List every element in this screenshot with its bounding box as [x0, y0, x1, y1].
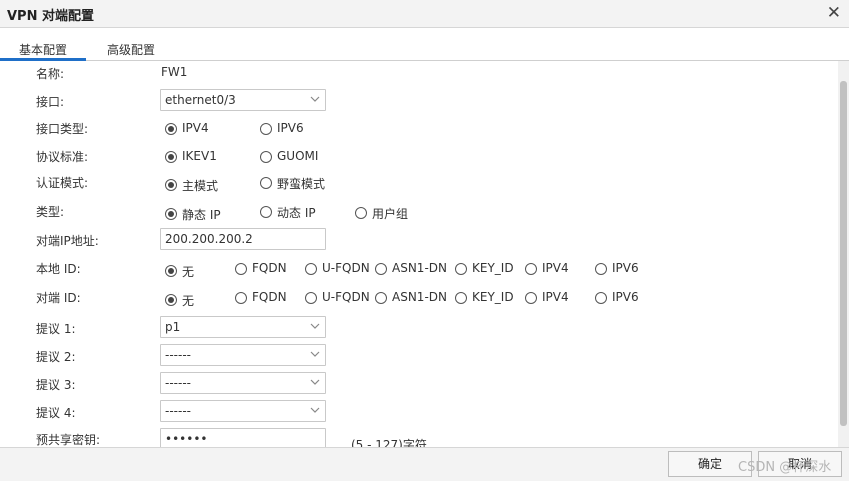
- radio-unchecked-icon: [375, 292, 387, 304]
- radio-checked-icon: [165, 265, 177, 277]
- close-icon[interactable]: ✕: [827, 4, 841, 22]
- tab-advanced-config[interactable]: 高级配置: [107, 41, 155, 58]
- row-psk: 预共享密钥: •••••• (5 - 127)字符: [0, 428, 838, 447]
- radio-unchecked-icon: [260, 123, 272, 135]
- proposal-1-label: 提议 1:: [36, 322, 76, 336]
- peer-ip-input[interactable]: 200.200.200.2: [160, 228, 326, 250]
- radio-checked-icon: [165, 208, 177, 220]
- radio-unchecked-icon: [235, 263, 247, 275]
- radio-unchecked-icon: [525, 292, 537, 304]
- proposal-2-value: ------: [165, 348, 191, 362]
- tab-bar: 基本配置 高级配置: [0, 28, 849, 61]
- row-proposal-2: 提议 2: ------: [0, 344, 838, 372]
- chevron-down-icon: [310, 96, 320, 102]
- psk-value: ••••••: [165, 432, 208, 446]
- type-label: 类型:: [36, 205, 65, 219]
- chevron-down-icon: [310, 379, 320, 385]
- row-proposal-1: 提议 1: p1: [0, 316, 838, 344]
- tab-basic-config[interactable]: 基本配置: [19, 41, 67, 58]
- radio-checked-icon: [165, 123, 177, 135]
- proposal-1-value: p1: [165, 320, 181, 334]
- proposal-3-value: ------: [165, 376, 191, 390]
- proposal-3-label: 提议 3:: [36, 378, 76, 392]
- radio-unchecked-icon: [375, 263, 387, 275]
- dialog-footer: 确定 取消: [0, 447, 849, 481]
- radio-unchecked-icon: [355, 207, 367, 219]
- row-protocol: 协议标准: IKEV1 GUOMI: [36, 149, 319, 164]
- psk-length-hint: (5 - 127)字符: [351, 438, 427, 447]
- row-interface: 接口: ethernet0/3: [0, 89, 838, 117]
- radio-checked-icon: [165, 151, 177, 163]
- row-interface-type: 接口类型: IPV4 IPV6: [36, 121, 304, 136]
- radio-unchecked-icon: [260, 177, 272, 189]
- radio-unchecked-icon: [305, 263, 317, 275]
- radio-unchecked-icon: [455, 263, 467, 275]
- proposal-1-select[interactable]: p1: [160, 316, 326, 338]
- proposal-4-value: ------: [165, 404, 191, 418]
- local-id-label: 本地 ID:: [36, 262, 81, 276]
- watermark: CSDN @杯深水: [738, 460, 832, 475]
- radio-checked-icon: [165, 294, 177, 306]
- row-proposal-3: 提议 3: ------: [0, 372, 838, 400]
- row-peer-id: 对端 ID: 无 FQDN U-FQDN ASN1-DN KEY_ID IPV4…: [36, 290, 639, 308]
- radio-unchecked-icon: [455, 292, 467, 304]
- peer-ip-label: 对端IP地址:: [36, 234, 99, 248]
- peer-id-label: 对端 ID:: [36, 291, 81, 305]
- interface-type-label: 接口类型:: [36, 122, 89, 136]
- dialog-title: VPN 对端配置: [7, 9, 94, 24]
- interface-value: ethernet0/3: [165, 93, 236, 107]
- protocol-label: 协议标准:: [36, 150, 89, 164]
- row-local-id: 本地 ID: 无 FQDN U-FQDN ASN1-DN KEY_ID IPV4…: [36, 261, 639, 279]
- radio-unchecked-icon: [260, 151, 272, 163]
- dialog-titlebar: VPN 对端配置 ✕: [0, 0, 849, 28]
- radio-checked-icon: [165, 179, 177, 191]
- peer-ip-value: 200.200.200.2: [165, 232, 253, 246]
- radio-unchecked-icon: [525, 263, 537, 275]
- auth-mode-label: 认证模式:: [36, 176, 89, 190]
- psk-input[interactable]: ••••••: [160, 428, 326, 447]
- radio-unchecked-icon: [305, 292, 317, 304]
- chevron-down-icon: [310, 351, 320, 357]
- scrollbar-thumb[interactable]: [840, 81, 847, 426]
- proposal-2-select[interactable]: ------: [160, 344, 326, 366]
- radio-unchecked-icon: [235, 292, 247, 304]
- interface-label: 接口:: [36, 95, 65, 109]
- row-auth-mode: 认证模式: 主模式 野蛮模式: [36, 176, 326, 193]
- radio-unchecked-icon: [595, 263, 607, 275]
- proposal-4-label: 提议 4:: [36, 406, 76, 420]
- proposal-4-select[interactable]: ------: [160, 400, 326, 422]
- row-peer-ip: 对端IP地址: 200.200.200.2: [0, 228, 838, 256]
- name-value: FW1: [161, 65, 188, 79]
- proposal-2-label: 提议 2:: [36, 350, 76, 364]
- radio-unchecked-icon: [595, 292, 607, 304]
- radio-unchecked-icon: [260, 206, 272, 218]
- row-type: 类型: 静态 IP 动态 IP 用户组: [36, 205, 409, 222]
- form-content: 名称: FW1 接口: ethernet0/3 接口类型: IPV4 IPV6 …: [0, 61, 838, 447]
- row-proposal-4: 提议 4: ------: [0, 400, 838, 428]
- interface-select[interactable]: ethernet0/3: [160, 89, 326, 111]
- psk-label: 预共享密钥:: [36, 433, 101, 447]
- chevron-down-icon: [310, 323, 320, 329]
- chevron-down-icon: [310, 407, 320, 413]
- vertical-scrollbar[interactable]: [838, 61, 849, 447]
- proposal-3-select[interactable]: ------: [160, 372, 326, 394]
- name-label: 名称:: [36, 67, 65, 81]
